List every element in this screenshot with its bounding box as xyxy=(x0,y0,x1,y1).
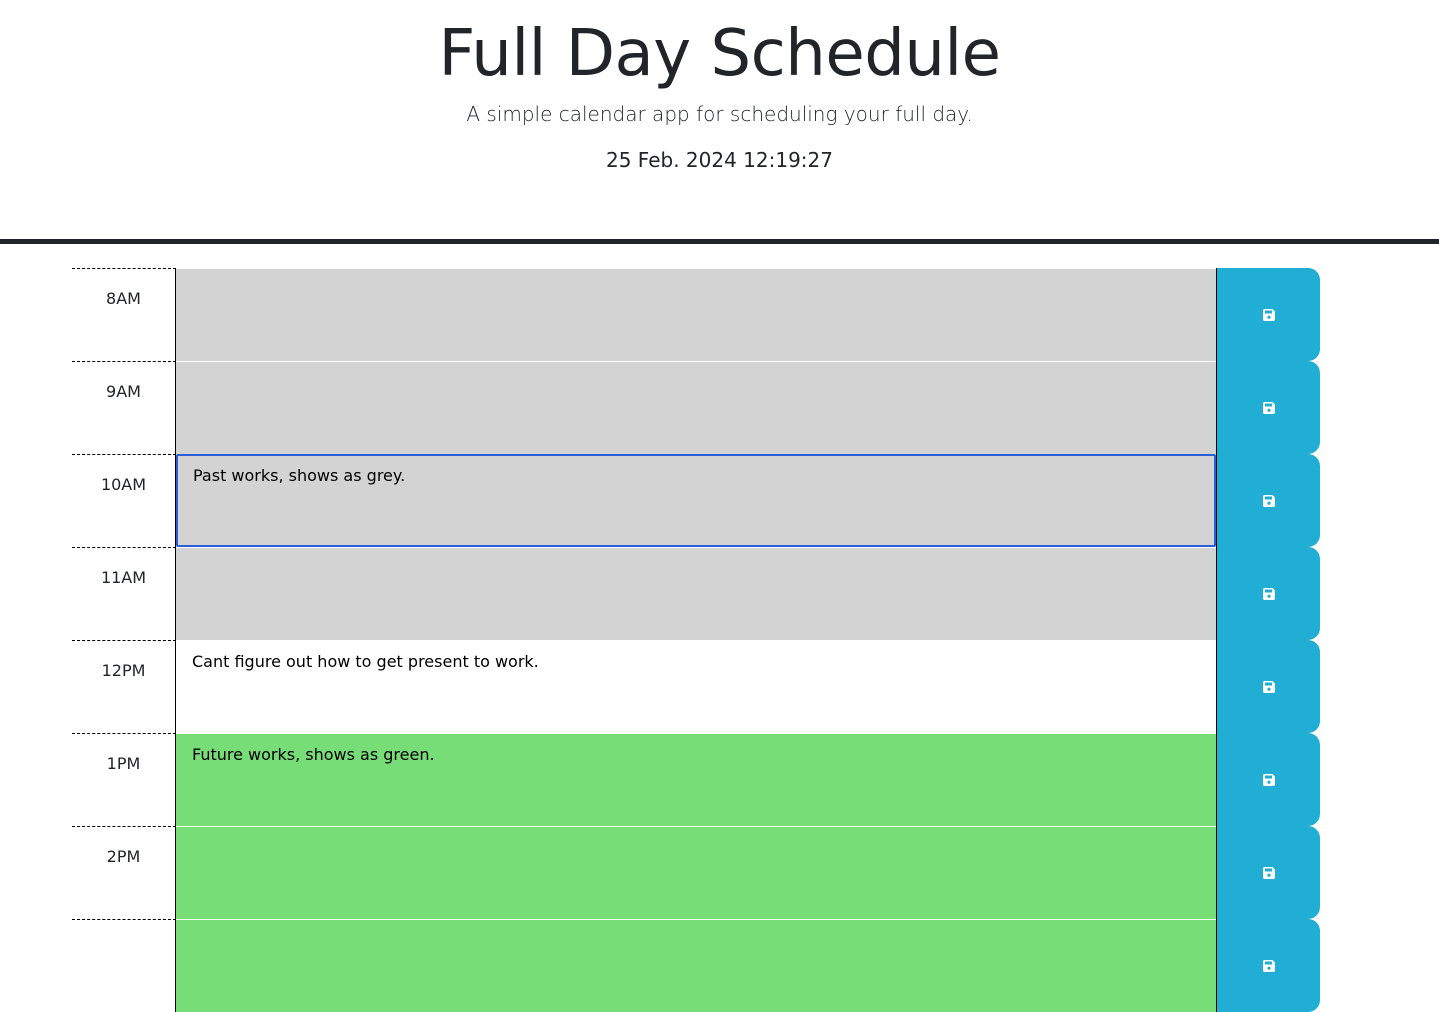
save-icon xyxy=(1262,773,1275,786)
time-block-2pm: 2PM xyxy=(72,826,1320,919)
hour-label: 11AM xyxy=(72,547,176,640)
hour-label: 1PM xyxy=(72,733,176,826)
time-block-8am: 8AM xyxy=(72,268,1320,361)
save-icon xyxy=(1262,401,1275,414)
description-input[interactable]: Past works, shows as grey. xyxy=(176,454,1216,547)
save-icon xyxy=(1262,680,1275,693)
save-icon xyxy=(1262,959,1275,972)
time-block-11am: 11AM xyxy=(72,547,1320,640)
save-button[interactable] xyxy=(1216,547,1320,640)
description-input[interactable] xyxy=(176,361,1216,454)
save-button[interactable] xyxy=(1216,733,1320,826)
page-subtitle: A simple calendar app for scheduling you… xyxy=(466,102,973,126)
hour-label xyxy=(72,919,176,1012)
save-icon xyxy=(1262,587,1275,600)
save-button[interactable] xyxy=(1216,919,1320,1012)
header: Full Day Schedule A simple calendar app … xyxy=(0,0,1439,244)
save-button[interactable] xyxy=(1216,454,1320,547)
description-input[interactable] xyxy=(176,919,1216,1012)
current-day: 25 Feb. 2024 12:19:27 xyxy=(605,148,833,172)
description-input[interactable]: Future works, shows as green. xyxy=(176,733,1216,826)
hour-label: 12PM xyxy=(72,640,176,733)
save-icon xyxy=(1262,866,1275,879)
time-block-12pm: 12PM Cant figure out how to get present … xyxy=(72,640,1320,733)
hour-label: 8AM xyxy=(72,268,176,361)
hour-label: 9AM xyxy=(72,361,176,454)
hour-label: 10AM xyxy=(72,454,176,547)
save-button[interactable] xyxy=(1216,361,1320,454)
page-title: Full Day Schedule xyxy=(438,17,1001,91)
hour-label: 2PM xyxy=(72,826,176,919)
save-button[interactable] xyxy=(1216,268,1320,361)
save-button[interactable] xyxy=(1216,826,1320,919)
save-icon xyxy=(1262,308,1275,321)
save-icon xyxy=(1262,494,1275,507)
time-block-9am: 9AM xyxy=(72,361,1320,454)
time-block-1pm: 1PM Future works, shows as green. xyxy=(72,733,1320,826)
description-input[interactable] xyxy=(176,268,1216,361)
save-button[interactable] xyxy=(1216,640,1320,733)
description-input[interactable] xyxy=(176,826,1216,919)
description-input[interactable]: Cant figure out how to get present to wo… xyxy=(176,640,1216,733)
schedule-container: 8AM 9AM 10AM Past works, shows as grey. xyxy=(72,268,1320,1012)
time-block-3pm xyxy=(72,919,1320,1012)
time-block-10am: 10AM Past works, shows as grey. xyxy=(72,454,1320,547)
description-input[interactable] xyxy=(176,547,1216,640)
